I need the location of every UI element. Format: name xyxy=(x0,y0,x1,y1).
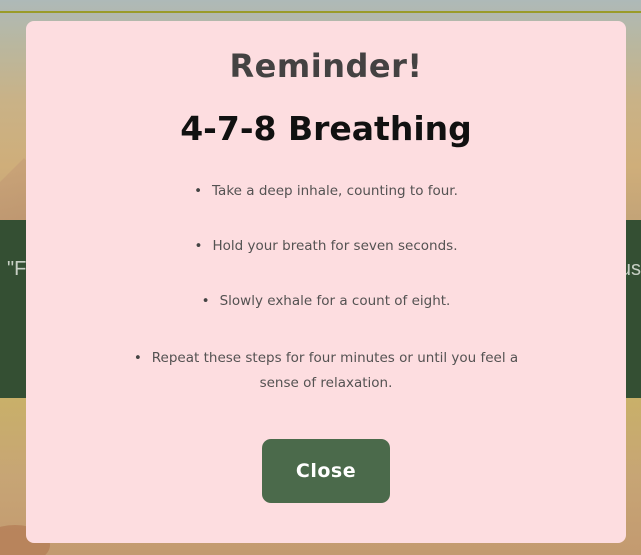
bullet-icon: • xyxy=(194,238,203,254)
bullet-icon: • xyxy=(194,183,203,199)
step-text: Hold your breath for seven seconds. xyxy=(212,238,458,254)
modal-title: Reminder! xyxy=(229,47,423,85)
background-quote-left-text: "F xyxy=(7,258,27,280)
list-item: • Hold your breath for seven seconds. xyxy=(126,234,526,259)
top-border-line xyxy=(0,11,641,13)
step-text: Repeat these steps for four minutes or u… xyxy=(151,350,519,391)
step-text: Slowly exhale for a count of eight. xyxy=(219,293,451,309)
list-item: • Repeat these steps for four minutes or … xyxy=(126,346,526,396)
reminder-modal: Reminder! 4-7-8 Breathing • Take a deep i… xyxy=(26,21,626,543)
close-button[interactable]: Close xyxy=(262,439,390,503)
modal-subtitle: 4-7-8 Breathing xyxy=(180,109,472,148)
bullet-icon: • xyxy=(133,350,142,366)
list-item: • Take a deep inhale, counting to four. xyxy=(126,179,526,204)
bullet-icon: • xyxy=(201,293,210,309)
list-item: • Slowly exhale for a count of eight. xyxy=(126,289,526,314)
step-text: Take a deep inhale, counting to four. xyxy=(212,183,458,199)
